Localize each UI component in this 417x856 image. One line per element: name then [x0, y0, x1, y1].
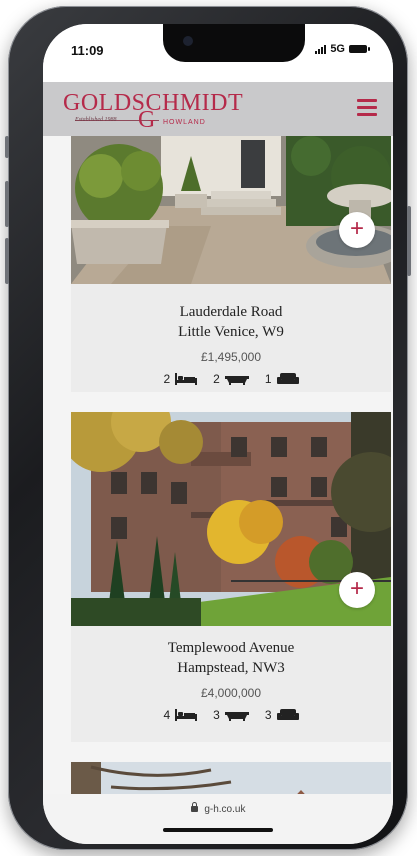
property-price: £1,495,000: [200, 350, 262, 364]
power-button: [407, 206, 411, 276]
hamburger-menu-icon[interactable]: [357, 99, 377, 117]
receptions: 1: [265, 372, 299, 386]
status-indicators: 5G: [315, 43, 370, 55]
volume-down-button: [5, 238, 9, 284]
phone-frame: 11:09 5G GOLDSCHMIDT Established 1988 G …: [5, 6, 411, 850]
property-info: Lauderdale Road Little Venice, W9 £1,495…: [71, 284, 391, 386]
property-features: 2 2 1: [71, 372, 391, 386]
signal-bars-icon: [315, 44, 327, 54]
bathrooms: 2: [213, 372, 249, 386]
volume-up-button: [5, 181, 9, 227]
add-to-shortlist-button[interactable]: +: [339, 212, 375, 248]
bathrooms: 3: [213, 708, 249, 722]
property-features: 4 3 3: [71, 708, 391, 722]
property-price: £4,000,000: [200, 686, 262, 700]
property-card[interactable]: + Templewood Avenue Hampstead, NW3 £4,00…: [71, 412, 391, 742]
bedrooms: 2: [163, 372, 198, 386]
browser-address-bar[interactable]: g-h.co.uk: [43, 794, 393, 844]
brand-established: Established 1988: [75, 117, 117, 123]
receptions: 3: [265, 708, 299, 722]
status-time: 11:09: [71, 43, 104, 58]
brand-logo[interactable]: GOLDSCHMIDT Established 1988 G HOWLAND: [63, 90, 263, 133]
address-field[interactable]: g-h.co.uk: [43, 802, 393, 815]
reception-count: 1: [264, 372, 272, 386]
property-info: Templewood Avenue Hampstead, NW3 £4,000,…: [71, 626, 391, 722]
bathroom-count: 3: [213, 708, 220, 722]
sofa-icon: [276, 709, 299, 720]
bed-icon: [175, 373, 198, 385]
url-text: g-h.co.uk: [204, 804, 246, 815]
brand-initial: G: [138, 107, 156, 133]
phone-screen: 11:09 5G GOLDSCHMIDT Established 1988 G …: [43, 24, 393, 844]
bed-icon: [175, 709, 198, 721]
home-indicator[interactable]: [163, 828, 273, 832]
camera-icon: [183, 36, 193, 46]
bedroom-count: 4: [163, 708, 171, 722]
status-bar: 11:09 5G: [43, 24, 393, 82]
battery-icon: [349, 45, 370, 53]
property-photo[interactable]: +: [71, 412, 391, 626]
bathroom-count: 2: [213, 372, 220, 386]
courtyard-photo: [71, 136, 391, 284]
network-type: 5G: [330, 43, 345, 55]
property-street: Templewood Avenue: [167, 640, 295, 656]
bedroom-count: 2: [163, 372, 171, 386]
silent-switch: [5, 136, 9, 158]
site-header: GOLDSCHMIDT Established 1988 G HOWLAND: [43, 82, 393, 136]
reception-count: 3: [264, 708, 272, 722]
property-street: Lauderdale Road: [179, 304, 283, 320]
property-area: Hampstead, NW3: [177, 660, 285, 676]
bath-icon: [224, 712, 249, 721]
property-photo[interactable]: +: [71, 136, 391, 284]
listing-feed: + Lauderdale Road Little Venice, W9 £1,4…: [43, 136, 393, 816]
lock-icon: [190, 802, 198, 812]
property-area: Little Venice, W9: [178, 324, 284, 340]
add-to-shortlist-button[interactable]: +: [339, 572, 375, 608]
property-card[interactable]: + Lauderdale Road Little Venice, W9 £1,4…: [71, 136, 391, 392]
bath-icon: [224, 376, 249, 385]
brand-name-second: HOWLAND: [163, 119, 206, 126]
bedrooms: 4: [163, 708, 198, 722]
sofa-icon: [276, 373, 299, 384]
dynamic-notch: [163, 24, 305, 62]
